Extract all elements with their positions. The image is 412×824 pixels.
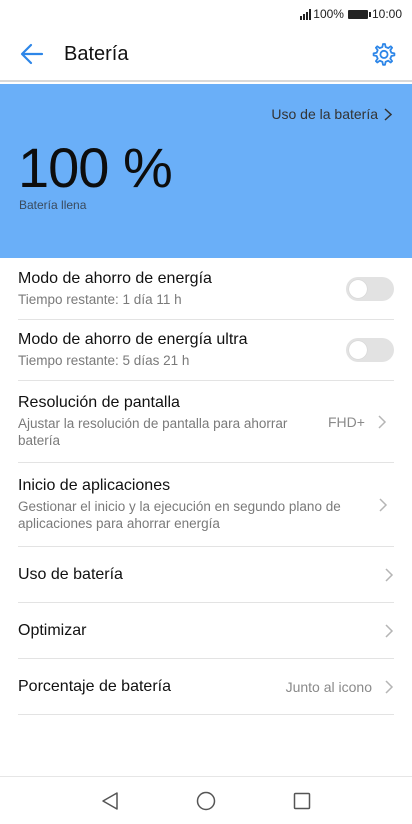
battery-percent-display: 100 %: [18, 136, 173, 199]
system-navigation-bar: [0, 776, 412, 824]
back-triangle-icon: [102, 791, 118, 810]
app-bar: Batería: [0, 28, 412, 82]
setting-subtitle: Tiempo restante: 5 días 21 h: [18, 353, 190, 368]
setting-title: Modo de ahorro de energía ultra: [18, 331, 248, 348]
setting-power-saving-mode[interactable]: Modo de ahorro de energía Tiempo restant…: [18, 258, 394, 320]
setting-optimize[interactable]: Optimizar: [18, 603, 394, 659]
battery-hero-panel: Uso de la batería 100 % Batería llena: [0, 84, 412, 258]
setting-subtitle: Tiempo restante: 1 día 11 h: [18, 291, 182, 307]
battery-usage-link[interactable]: Uso de la batería: [271, 106, 392, 122]
setting-app-launch[interactable]: Inicio de aplicaciones Gestionar el inic…: [18, 463, 394, 547]
nav-recents-button[interactable]: [289, 788, 315, 814]
settings-list: Modo de ahorro de energía Tiempo restant…: [0, 258, 412, 715]
status-time: 10:00: [371, 7, 402, 21]
chevron-right-icon: [384, 107, 392, 121]
page-title: Batería: [64, 42, 129, 65]
setting-title: Uso de batería: [18, 565, 123, 583]
setting-title: Modo de ahorro de energía: [18, 269, 212, 287]
power-saving-toggle[interactable]: [346, 276, 394, 301]
setting-subtitle: Ajustar la resolución de pantalla para a…: [18, 416, 288, 448]
recents-square-icon: [293, 792, 311, 809]
setting-ultra-power-saving-mode[interactable]: Modo de ahorro de energía ultra Tiempo r…: [18, 320, 394, 381]
setting-title: Optimizar: [18, 621, 87, 639]
chevron-right-icon: [385, 623, 394, 638]
setting-value: Junto al icono: [285, 678, 372, 695]
battery-icon: [347, 9, 371, 19]
setting-title: Resolución de pantalla: [18, 394, 180, 411]
back-button[interactable]: [6, 27, 58, 81]
setting-title: Porcentaje de batería: [18, 677, 171, 695]
setting-subtitle: Gestionar el inicio y la ejecución en se…: [18, 499, 341, 531]
settings-button[interactable]: [368, 40, 398, 70]
chevron-right-icon: [378, 414, 387, 429]
signal-icon: [300, 8, 312, 20]
setting-value: FHD+: [328, 413, 365, 430]
chevron-right-icon: [385, 679, 394, 694]
nav-back-button[interactable]: [97, 788, 123, 814]
battery-usage-link-label: Uso de la batería: [271, 106, 378, 122]
battery-status-text: Batería llena: [19, 198, 87, 212]
arrow-back-icon: [20, 43, 44, 65]
home-circle-icon: [196, 791, 216, 810]
setting-title: Inicio de aplicaciones: [18, 477, 171, 494]
toggle-knob: [349, 279, 367, 298]
setting-battery-percentage[interactable]: Porcentaje de batería Junto al icono: [18, 659, 394, 715]
gear-icon: [372, 43, 396, 66]
chevron-right-icon: [385, 567, 394, 582]
toggle-knob: [349, 341, 367, 359]
setting-battery-usage[interactable]: Uso de batería: [18, 547, 394, 603]
nav-home-button[interactable]: [193, 788, 219, 814]
status-bar: 100% 10:00: [0, 0, 412, 28]
setting-screen-resolution[interactable]: Resolución de pantalla Ajustar la resolu…: [18, 381, 394, 463]
chevron-right-icon: [379, 497, 388, 512]
status-battery-percent: 100%: [313, 7, 344, 21]
ultra-power-saving-toggle[interactable]: [346, 338, 394, 362]
